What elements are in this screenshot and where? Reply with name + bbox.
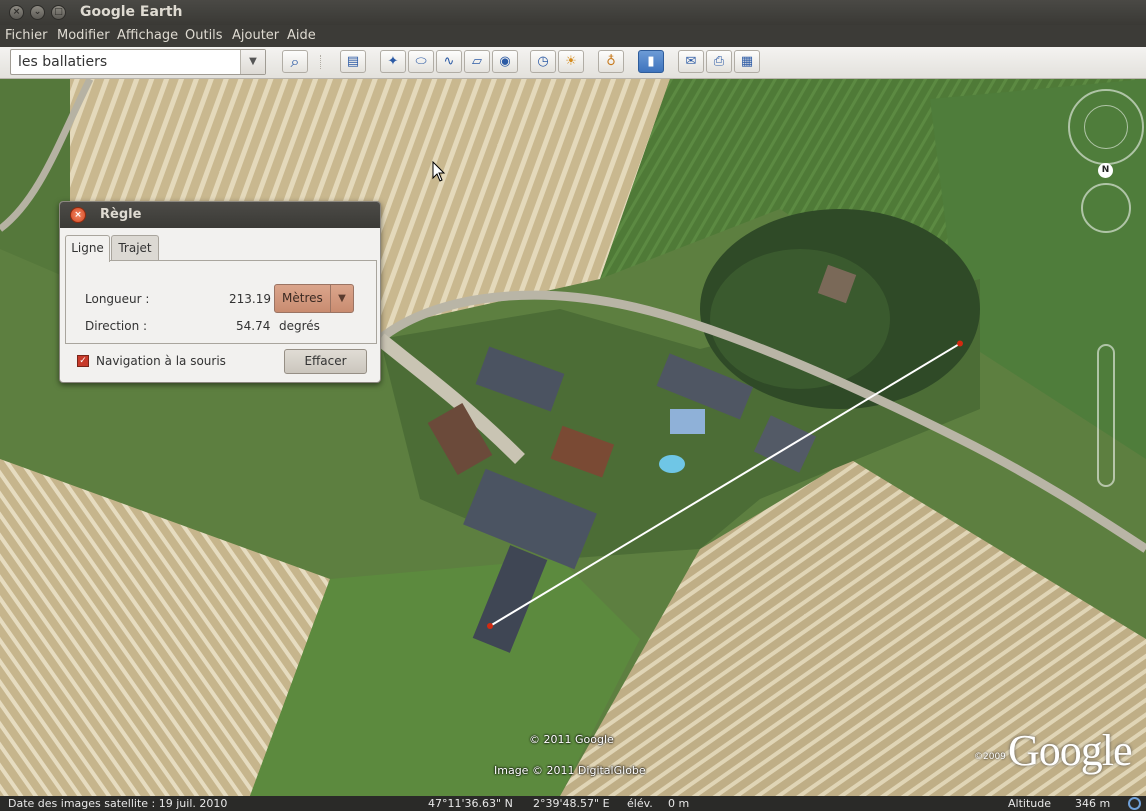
altitude-value: 346 m xyxy=(1075,797,1111,810)
mouse-cursor-icon xyxy=(432,161,446,182)
ruler-title: Règle xyxy=(100,207,142,222)
units-select[interactable]: Mètres ▼ xyxy=(274,284,354,313)
length-label: Longueur : xyxy=(85,292,150,306)
altitude-label: Altitude xyxy=(1008,797,1051,810)
tour-icon[interactable]: ◉ xyxy=(492,50,518,73)
menu-aide[interactable]: Aide xyxy=(287,28,316,43)
credit-imagery: Image © 2011 DigitalGlobe xyxy=(494,764,646,777)
path-icon[interactable]: ∿ xyxy=(436,50,462,73)
close-window-button[interactable]: × xyxy=(9,5,24,20)
title-bar: × ⌄ □ Google Earth xyxy=(0,0,1146,25)
status-bar: Date des images satellite : 19 juil. 201… xyxy=(0,796,1146,811)
measure-line xyxy=(489,342,961,627)
menu-modifier[interactable]: Modifier xyxy=(57,28,110,43)
clear-button[interactable]: Effacer xyxy=(284,349,367,374)
maximize-window-button[interactable]: □ xyxy=(51,5,66,20)
search-input[interactable]: les ballatiers xyxy=(18,54,107,70)
credit-google: © 2011 Google xyxy=(529,733,614,746)
latitude: 47°11'36.63" N xyxy=(428,797,513,810)
ruler-title-bar[interactable]: × Règle xyxy=(60,202,380,228)
maps-icon[interactable]: ▦ xyxy=(734,50,760,73)
map-view[interactable]: N © 2011 Google Image © 2011 DigitalGlob… xyxy=(0,79,1146,796)
logo-copyright: ©2009 xyxy=(974,752,1006,762)
menu-affichage[interactable]: Affichage xyxy=(117,28,178,43)
minimize-window-button[interactable]: ⌄ xyxy=(30,5,45,20)
toolbar: les ballatiers ▼ ⌕ ▤ ✦ ⬭ ∿ ▱ ◉ ◷ ☀ ♁ ▮ ✉… xyxy=(0,47,1146,79)
window-title: Google Earth xyxy=(80,4,183,20)
elevation-label: élév. xyxy=(627,797,653,810)
search-button[interactable]: ⌕ xyxy=(282,50,308,73)
zoom-slider[interactable] xyxy=(1097,344,1115,487)
length-value: 213.19 xyxy=(229,292,271,306)
ruler-dialog: × Règle Ligne Trajet Longueur : 213.19 M… xyxy=(59,201,381,383)
north-icon[interactable]: N xyxy=(1098,163,1113,178)
measure-start-point[interactable] xyxy=(487,623,493,629)
clock-icon[interactable]: ◷ xyxy=(530,50,556,73)
longitude: 2°39'48.57" E xyxy=(533,797,610,810)
direction-unit: degrés xyxy=(279,319,320,333)
mouse-navigation-label: Navigation à la souris xyxy=(96,354,226,368)
search-dropdown-icon[interactable]: ▼ xyxy=(240,50,265,74)
menu-fichier[interactable]: Fichier xyxy=(5,28,48,43)
imagery-date: Date des images satellite : 19 juil. 201… xyxy=(8,797,228,810)
tab-trajet[interactable]: Trajet xyxy=(111,235,159,260)
mouse-navigation-checkbox[interactable]: ✓ xyxy=(77,355,89,367)
sidebar-icon[interactable]: ▤ xyxy=(340,50,366,73)
email-icon[interactable]: ✉ xyxy=(678,50,704,73)
search-combobox[interactable]: les ballatiers ▼ xyxy=(10,49,266,75)
sunlight-icon[interactable]: ☀ xyxy=(558,50,584,73)
polygon-icon[interactable]: ⬭ xyxy=(408,50,434,73)
chevron-down-icon: ▼ xyxy=(330,285,353,312)
streaming-icon xyxy=(1128,797,1141,810)
menu-ajouter[interactable]: Ajouter xyxy=(232,28,279,43)
placemark-icon[interactable]: ✦ xyxy=(380,50,406,73)
tab-ligne[interactable]: Ligne xyxy=(65,235,110,262)
measure-overlay xyxy=(487,340,964,629)
direction-value: 54.74 xyxy=(236,319,271,333)
toolbar-separator xyxy=(320,55,323,69)
elevation-value: 0 m xyxy=(668,797,690,810)
measure-end-point[interactable] xyxy=(957,340,964,347)
print-icon[interactable]: ⎙ xyxy=(706,50,732,73)
direction-label: Direction : xyxy=(85,319,148,333)
menu-outils[interactable]: Outils xyxy=(185,28,223,43)
ruler-icon[interactable]: ▮ xyxy=(638,50,664,73)
close-icon[interactable]: × xyxy=(70,207,86,223)
planet-icon[interactable]: ♁ xyxy=(598,50,624,73)
menu-bar: Fichier Modifier Affichage Outils Ajoute… xyxy=(0,25,1146,47)
overlay-icon[interactable]: ▱ xyxy=(464,50,490,73)
move-joystick[interactable] xyxy=(1081,183,1131,233)
units-selected: Mètres xyxy=(282,291,323,305)
look-joystick-inner[interactable] xyxy=(1084,105,1128,149)
google-logo: Google xyxy=(1008,726,1133,775)
